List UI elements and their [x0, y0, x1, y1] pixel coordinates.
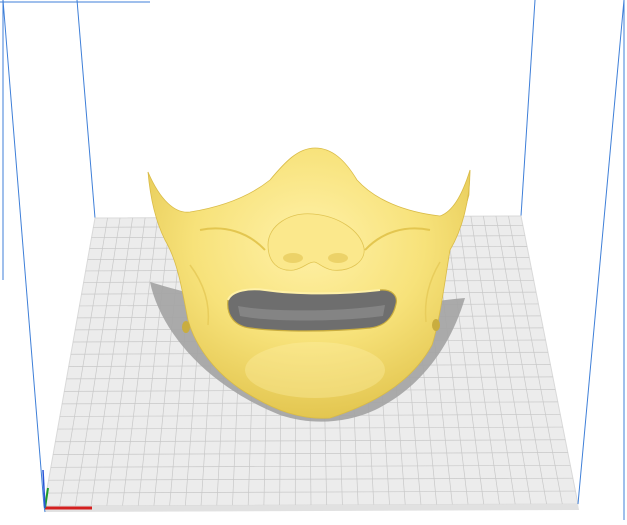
3d-viewport[interactable] [0, 0, 627, 525]
scene-canvas[interactable] [0, 0, 627, 525]
